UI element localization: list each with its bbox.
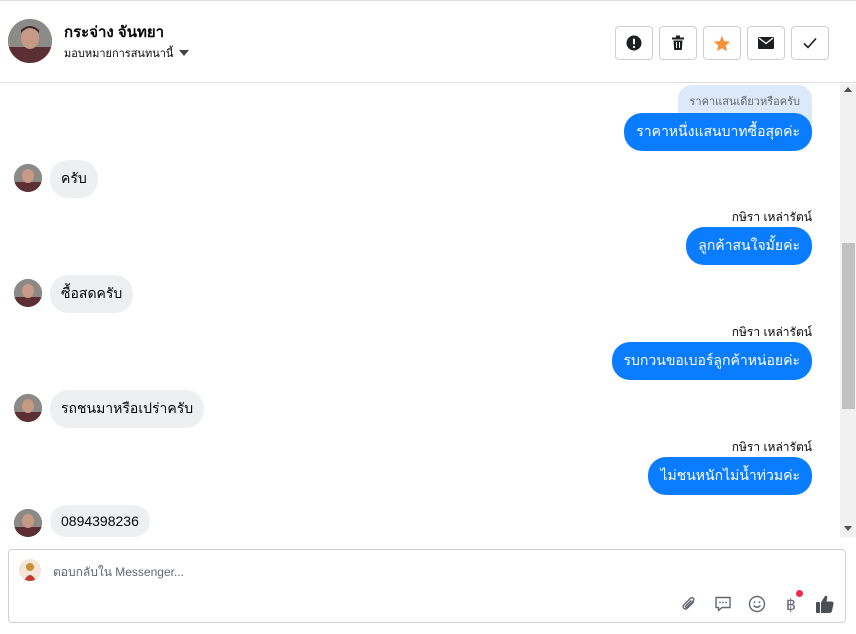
check-icon: [803, 37, 817, 49]
delete-button[interactable]: [659, 26, 697, 60]
outgoing-message[interactable]: ราคาหนึ่งแสนบาทซื้อสุดค่ะ: [624, 113, 812, 151]
conversation-header: กระจ่าง จันทยา มอบหมายการสนทนานี้: [0, 2, 856, 83]
notification-dot: [796, 590, 803, 597]
contact-avatar-small: [14, 279, 42, 307]
caret-down-icon: [179, 50, 190, 56]
emoji-icon: [748, 595, 766, 613]
sender-name: กษิรา เหล่ารัตน์: [731, 325, 812, 339]
mark-unread-button[interactable]: [747, 26, 785, 60]
sender-name: กษิรา เหล่ารัตน์: [731, 440, 812, 454]
spam-button[interactable]: [615, 26, 653, 60]
scrollbar-thumb[interactable]: [842, 243, 855, 409]
payment-button[interactable]: ฿: [781, 590, 803, 614]
contact-avatar-small: [14, 509, 42, 537]
page-avatar: [19, 559, 41, 581]
incoming-message[interactable]: 0894398236: [50, 505, 150, 537]
star-button[interactable]: [703, 26, 741, 60]
assign-conversation-dropdown[interactable]: มอบหมายการสนทนานี้: [64, 44, 190, 62]
incoming-message[interactable]: ครับ: [50, 160, 98, 198]
incoming-message[interactable]: รถชนมาหรือเปร่าครับ: [50, 390, 205, 428]
messenger-conversation-panel: กระจ่าง จันทยา มอบหมายการสนทนานี้ ราคาแส…: [0, 0, 856, 634]
incoming-message[interactable]: ซื้อสดครับ: [50, 275, 134, 313]
star-icon: [713, 35, 731, 51]
trash-icon: [672, 35, 684, 50]
contact-avatar[interactable]: [8, 19, 52, 63]
scroll-down-arrow-icon[interactable]: [844, 526, 852, 531]
emoji-button[interactable]: [747, 594, 767, 614]
scroll-up-arrow-icon[interactable]: [844, 87, 852, 92]
baht-payment-icon: ฿: [785, 594, 797, 614]
outgoing-message[interactable]: ลูกค้าสนใจมั้ยค่ะ: [686, 227, 812, 265]
envelope-icon: [758, 37, 774, 49]
contact-avatar-small: [14, 394, 42, 422]
reply-input[interactable]: [53, 563, 753, 581]
conversation-actions: [615, 26, 829, 60]
reply-composer: ฿: [8, 549, 846, 623]
like-button[interactable]: [815, 594, 835, 614]
composer-tools: ฿: [679, 590, 835, 614]
outgoing-message[interactable]: รบกวนขอเบอร์ลูกค้าหน่อยค่ะ: [611, 342, 812, 380]
contact-name[interactable]: กระจ่าง จันทยา: [64, 20, 164, 44]
paperclip-icon: [682, 596, 695, 610]
attach-button[interactable]: [679, 594, 699, 614]
thumbs-up-icon: [816, 595, 834, 613]
contact-avatar-small: [14, 164, 42, 192]
mark-done-button[interactable]: [791, 26, 829, 60]
assign-label: มอบหมายการสนทนานี้: [64, 48, 174, 60]
exclamation-icon: [626, 35, 642, 51]
sender-name: กษิรา เหล่ารัตน์: [731, 210, 812, 224]
outgoing-message[interactable]: ไม่ชนหนักไม่น้ำท่วมค่ะ: [648, 457, 812, 495]
saved-replies-button[interactable]: [713, 594, 733, 614]
saved-reply-icon: [715, 596, 731, 612]
